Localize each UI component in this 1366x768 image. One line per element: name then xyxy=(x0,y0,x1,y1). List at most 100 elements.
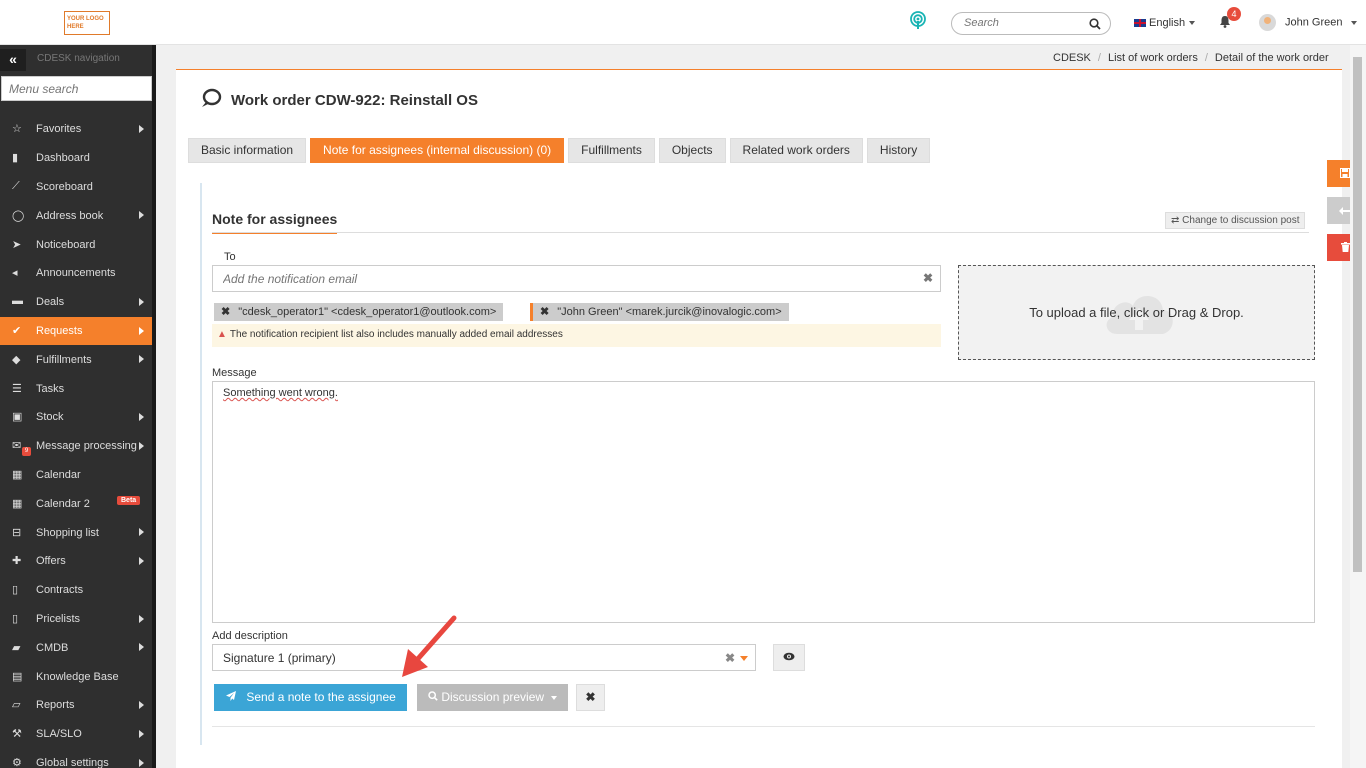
avatar xyxy=(1259,14,1276,31)
notification-email-input[interactable] xyxy=(212,265,941,292)
warning-message: ▲ The notification recipient list also in… xyxy=(212,324,941,347)
scrollbar[interactable] xyxy=(1350,45,1366,768)
breadcrumb-item-detail: Detail of the work order xyxy=(1214,52,1329,64)
discussion-preview-button[interactable]: Discussion preview xyxy=(417,684,569,711)
menu-search-input[interactable] xyxy=(1,76,152,101)
remove-recipient-icon[interactable]: ✖ xyxy=(540,306,549,318)
section-title: Note for assignees xyxy=(212,211,338,234)
sidebar-item-sla-slo[interactable]: ⚒ SLA/SLO xyxy=(0,720,152,749)
tab-objects[interactable]: Objects xyxy=(658,138,726,163)
tab-fulfillments[interactable]: Fulfillments xyxy=(568,138,655,163)
tab-history[interactable]: History xyxy=(866,138,931,163)
sidebar-item-deals[interactable]: ▬ Deals xyxy=(0,288,152,317)
change-to-discussion-button[interactable]: ⇄ Change to discussion post xyxy=(1165,212,1306,229)
file-upload-dropzone[interactable]: To upload a file, click or Drag & Drop. xyxy=(958,265,1315,360)
breadcrumb-item-work-orders[interactable]: List of work orders xyxy=(1108,52,1198,64)
megaphone-icon: ◂ xyxy=(12,267,18,280)
send-note-label: Send a note to the assignee xyxy=(246,690,396,704)
sidebar-item-announcements[interactable]: ◂ Announcements xyxy=(0,259,152,288)
cube-icon: ◆ xyxy=(12,353,21,366)
sidebar-item-stock[interactable]: ▣ Stock xyxy=(0,403,152,432)
sidebar-item-noticeboard[interactable]: ➤ Noticeboard xyxy=(0,230,152,259)
cancel-button[interactable]: ✖ xyxy=(576,684,605,711)
sidebar-item-label: Fulfillments xyxy=(36,353,92,366)
sidebar-item-fulfillments[interactable]: ◆ Fulfillments xyxy=(0,345,152,374)
search-icon[interactable] xyxy=(1089,18,1101,33)
sidebar-item-pricelists[interactable]: ▯ Pricelists xyxy=(0,605,152,634)
chevron-right-icon xyxy=(139,700,144,709)
file-icon: ▯ xyxy=(12,584,19,597)
sidebar: « CDESK navigation ☆ Favorites ▮ Dashboard ⟋… xyxy=(0,45,156,768)
sidebar-item-label: Reports xyxy=(36,699,75,712)
send-note-button[interactable]: Send a note to the assignee xyxy=(214,684,407,711)
clear-icon[interactable]: ✖ xyxy=(725,651,735,665)
bar-chart-icon: ▮ xyxy=(12,152,19,165)
description-value: Signature 1 (primary) xyxy=(223,651,336,665)
sidebar-item-calendar-2[interactable]: ▦ Calendar 2 Beta xyxy=(0,489,152,518)
sidebar-item-global-settings[interactable]: ⚙ Global settings xyxy=(0,749,152,768)
search-input[interactable] xyxy=(964,17,1084,29)
sidebar-item-label: Offers xyxy=(36,555,66,568)
sidebar-item-label: Calendar 2 xyxy=(36,497,90,510)
company-logo[interactable]: YOUR LOGO HERE xyxy=(64,11,110,35)
chevron-down-icon[interactable] xyxy=(740,656,748,661)
beta-badge: Beta xyxy=(117,496,141,506)
breadcrumb: CDESK / List of work orders / Detail of the … xyxy=(1053,52,1329,64)
tab-basic-information[interactable]: Basic information xyxy=(188,138,307,163)
sidebar-item-offers[interactable]: ✚ Offers xyxy=(0,547,152,576)
chevron-right-icon xyxy=(139,729,144,738)
sidebar-item-scoreboard[interactable]: ⟋ Scoreboard xyxy=(0,173,152,202)
sidebar-item-message-processing[interactable]: ✉ Message processing 9 xyxy=(0,432,152,461)
sidebar-item-label: Address book xyxy=(36,209,104,222)
preview-signature-button[interactable] xyxy=(773,644,805,671)
folder-icon: ▰ xyxy=(12,641,21,654)
line-chart-icon: ⟋ xyxy=(12,179,20,192)
collapse-sidebar-icon[interactable]: « xyxy=(0,49,26,71)
sidebar-item-tasks[interactable]: ☰ Tasks xyxy=(0,374,152,403)
user-name: John Green xyxy=(1285,16,1343,29)
paper-plane-icon: ➤ xyxy=(12,238,22,251)
sidebar-item-label: Stock xyxy=(36,411,64,424)
search-icon xyxy=(428,690,441,704)
chevron-down-icon xyxy=(1189,21,1196,26)
language-label: English xyxy=(1149,17,1186,29)
sidebar-menu: ☆ Favorites ▮ Dashboard ⟋ Scoreboard ◯ Address … xyxy=(0,115,152,768)
message-text: Something went wrong. xyxy=(223,387,338,399)
sidebar-item-knowledge-base[interactable]: ▤ Knowledge Base xyxy=(0,662,152,691)
uk-flag-icon xyxy=(1134,19,1146,28)
speech-bubble-icon xyxy=(200,87,222,113)
notification-badge: 4 xyxy=(1227,7,1241,21)
language-selector[interactable]: English xyxy=(1134,17,1196,29)
sidebar-item-requests[interactable]: ✔ Requests xyxy=(0,316,152,346)
sidebar-item-dashboard[interactable]: ▮ Dashboard xyxy=(0,144,152,173)
clear-icon[interactable]: ✖ xyxy=(923,271,933,285)
podcast-icon[interactable] xyxy=(908,11,928,31)
sidebar-item-contracts[interactable]: ▯ Contracts xyxy=(0,576,152,605)
tab-note-for-assignees[interactable]: Note for assignees (internal discussion)… xyxy=(310,138,565,163)
sidebar-item-label: Favorites xyxy=(36,123,82,136)
global-search[interactable] xyxy=(951,12,1111,35)
recipient-chip: ✖ "John Green" <marek.jurcik@inovalogic.c… xyxy=(530,303,789,321)
message-textarea[interactable]: Something went wrong. xyxy=(212,381,1315,623)
star-icon: ☆ xyxy=(12,123,22,136)
chevron-right-icon xyxy=(139,326,144,335)
sidebar-item-shopping-list[interactable]: ⊟ Shopping list xyxy=(0,518,152,547)
sidebar-item-reports[interactable]: ▱ Reports xyxy=(0,691,152,720)
user-menu[interactable]: John Green xyxy=(1259,14,1358,31)
sidebar-item-label: Knowledge Base xyxy=(36,670,119,683)
chevron-right-icon xyxy=(139,528,144,537)
scrollbar-thumb[interactable] xyxy=(1353,57,1362,572)
breadcrumb-item-cdesk[interactable]: CDESK xyxy=(1053,52,1091,64)
discussion-preview-label: Discussion preview xyxy=(441,690,545,704)
tab-related-work-orders[interactable]: Related work orders xyxy=(729,138,863,163)
user-icon: ◯ xyxy=(12,209,25,222)
sidebar-item-calendar[interactable]: ▦ Calendar xyxy=(0,461,152,490)
sidebar-item-cmdb[interactable]: ▰ CMDB xyxy=(0,633,152,662)
folder-open-icon: ▱ xyxy=(12,699,21,712)
calendar-icon: ▦ xyxy=(12,468,23,481)
sidebar-item-address-book[interactable]: ◯ Address book xyxy=(0,201,152,230)
description-select[interactable]: Signature 1 (primary) ✖ xyxy=(212,644,756,671)
sidebar-item-favorites[interactable]: ☆ Favorites xyxy=(0,115,152,144)
remove-recipient-icon[interactable]: ✖ xyxy=(221,306,230,318)
chevron-right-icon xyxy=(139,614,144,623)
